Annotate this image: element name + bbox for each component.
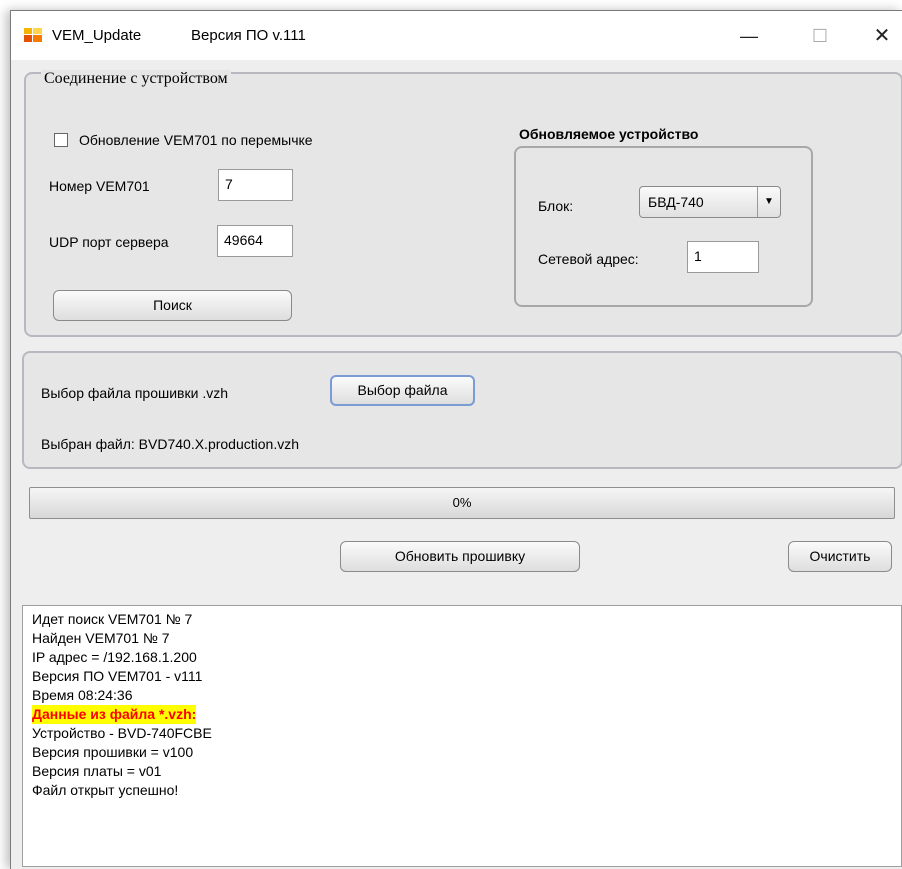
udp-port-label: UDP порт сервера [49, 234, 169, 250]
log-line: Версия платы = v01 [32, 763, 162, 779]
firmware-select-label: Выбор файла прошивки .vzh [41, 385, 229, 401]
update-firmware-button[interactable]: Обновить прошивку [340, 541, 580, 572]
minimize-button[interactable]: — [729, 20, 769, 52]
vem-number-label: Номер VEM701 [49, 178, 150, 194]
log-line: Версия прошивки = v100 [32, 744, 194, 760]
connection-panel-title: Соединение с устройством [41, 70, 231, 88]
log-line: Идет поиск VEM701 № 7 [32, 611, 193, 627]
log-output[interactable]: Идет поиск VEM701 № 7 Найден VEM701 № 7 … [22, 605, 902, 867]
block-select[interactable]: БВД-740 ▼ [639, 186, 781, 218]
maximize-button[interactable]: ☐ [800, 20, 840, 52]
title-bar: VEM_Update Версия ПО v.111 — ☐ ✕ [11, 11, 902, 60]
block-label: Блок: [538, 198, 574, 214]
log-line: Устройство - BVD-740FCBE [32, 725, 212, 741]
log-line: Время 08:24:36 [32, 687, 133, 703]
jumper-update-label: Обновление VEM701 по перемычке [79, 132, 313, 148]
progress-text: 0% [452, 495, 472, 510]
log-line-highlighted: Данные из файла *.vzh: [32, 705, 197, 724]
jumper-update-checkbox[interactable] [54, 133, 68, 147]
log-line: IP адрес = /192.168.1.200 [32, 649, 197, 665]
app-window: VEM_Update Версия ПО v.111 — ☐ ✕ Соедине… [10, 10, 902, 869]
search-button[interactable]: Поиск [53, 290, 292, 321]
selected-file-text: Выбран файл: BVD740.X.production.vzh [41, 436, 300, 452]
software-version: Версия ПО v.111 [191, 27, 306, 44]
udp-port-input[interactable]: 49664 [217, 225, 293, 257]
log-line: Версия ПО VEM701 - v111 [32, 668, 203, 684]
vem-number-input[interactable]: 7 [218, 169, 293, 201]
network-address-input[interactable]: 1 [687, 241, 759, 273]
progress-bar: 0% [29, 487, 895, 519]
connection-panel: Соединение с устройством Обновление VEM7… [24, 70, 902, 337]
window-title: VEM_Update [52, 27, 142, 44]
device-panel-title: Обновляемое устройство [519, 126, 699, 142]
close-button[interactable]: ✕ [862, 20, 902, 52]
select-file-button[interactable]: Выбор файла [330, 375, 475, 406]
clear-button[interactable]: Очистить [788, 541, 892, 572]
network-address-label: Сетевой адрес: [538, 251, 639, 267]
log-line: Файл открыт успешно! [32, 782, 179, 798]
chevron-down-icon[interactable]: ▼ [757, 187, 780, 217]
firmware-panel: Выбор файла прошивки .vzh Выбор файла Вы… [22, 351, 902, 469]
log-line: Найден VEM701 № 7 [32, 630, 170, 646]
app-logo-icon [24, 28, 42, 42]
block-select-value: БВД-740 [648, 194, 704, 210]
device-panel: Блок: БВД-740 ▼ Сетевой адрес: 1 [514, 146, 813, 307]
